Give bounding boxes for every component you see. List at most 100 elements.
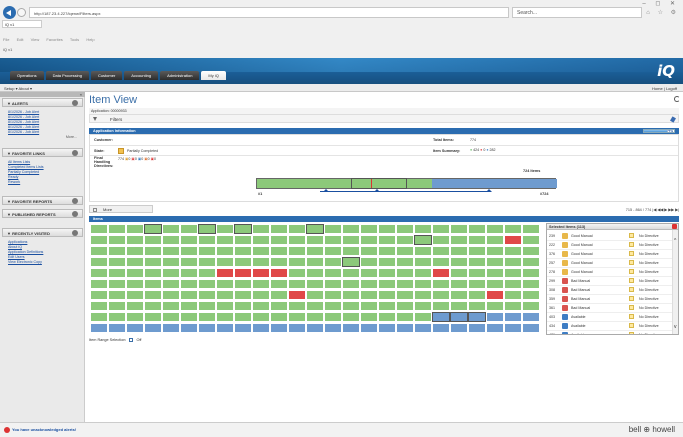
item-cell[interactable] xyxy=(91,258,107,266)
item-cell[interactable] xyxy=(469,258,485,266)
item-cell[interactable] xyxy=(433,269,449,277)
item-id[interactable]: 222 xyxy=(549,243,555,247)
item-cell[interactable] xyxy=(163,280,179,288)
item-cell[interactable] xyxy=(307,324,323,332)
item-cell[interactable] xyxy=(361,258,377,266)
item-cell[interactable] xyxy=(379,247,395,255)
item-cell[interactable] xyxy=(361,236,377,244)
item-cell[interactable] xyxy=(415,291,431,299)
range-slider-left-handle[interactable] xyxy=(323,189,329,192)
item-cell[interactable] xyxy=(505,258,521,266)
item-cell[interactable] xyxy=(379,324,395,332)
item-cell[interactable] xyxy=(253,269,269,277)
item-cell[interactable] xyxy=(289,324,305,332)
item-cell[interactable] xyxy=(253,258,269,266)
item-cell[interactable] xyxy=(361,291,377,299)
favorite-link[interactable]: iQ v1 xyxy=(3,47,12,52)
menu-favorites[interactable]: Favorites xyxy=(46,37,62,42)
item-cell[interactable] xyxy=(415,258,431,266)
item-cell[interactable] xyxy=(91,225,107,233)
item-cell[interactable] xyxy=(361,269,377,277)
item-cell[interactable] xyxy=(253,313,269,321)
range-selection-checkbox[interactable] xyxy=(129,338,134,342)
collapse-icon[interactable]: « xyxy=(80,92,82,97)
selected-item-row[interactable]: 476 Available No Directive xyxy=(547,330,673,334)
item-cell[interactable] xyxy=(163,258,179,266)
tab-customer[interactable]: Customer xyxy=(90,71,123,80)
item-cell[interactable] xyxy=(127,313,143,321)
item-cell[interactable] xyxy=(325,225,341,233)
recent-link[interactable]: View Electronic Copy xyxy=(8,260,77,265)
item-cell[interactable] xyxy=(451,280,467,288)
item-cell[interactable] xyxy=(379,313,395,321)
item-cell[interactable] xyxy=(469,225,485,233)
item-cell[interactable] xyxy=(289,280,305,288)
menu-view[interactable]: View xyxy=(31,37,40,42)
item-cell[interactable] xyxy=(342,257,360,267)
item-cell[interactable] xyxy=(217,225,233,233)
item-cell[interactable] xyxy=(361,247,377,255)
item-cell[interactable] xyxy=(415,225,431,233)
browser-search-input[interactable]: Search... xyxy=(512,7,642,18)
item-cell[interactable] xyxy=(91,324,107,332)
item-cell[interactable] xyxy=(361,280,377,288)
item-id[interactable]: 278 xyxy=(549,270,555,274)
item-cell[interactable] xyxy=(199,280,215,288)
item-cell[interactable] xyxy=(451,258,467,266)
item-cell[interactable] xyxy=(505,280,521,288)
item-cell[interactable] xyxy=(181,302,197,310)
item-cell[interactable] xyxy=(163,269,179,277)
item-cell[interactable] xyxy=(451,269,467,277)
item-cell[interactable] xyxy=(325,236,341,244)
item-cell[interactable] xyxy=(415,313,431,321)
menu-help[interactable]: Help xyxy=(86,37,94,42)
selected-items-scrollbar[interactable]: ^ v xyxy=(672,230,678,334)
item-cell[interactable] xyxy=(343,236,359,244)
item-cell[interactable] xyxy=(289,258,305,266)
item-cell[interactable] xyxy=(451,225,467,233)
item-cell[interactable] xyxy=(235,291,251,299)
item-cell[interactable] xyxy=(523,225,539,233)
item-cell[interactable] xyxy=(433,247,449,255)
unacknowledged-alerts-link[interactable]: You have unacknowledged alerts! xyxy=(4,427,76,433)
item-cell[interactable] xyxy=(379,302,395,310)
address-bar[interactable]: http://187.23.4.227/iqenw/Filters.aspx xyxy=(29,7,509,18)
item-cell[interactable] xyxy=(487,236,503,244)
item-cell[interactable] xyxy=(397,291,413,299)
item-cell[interactable] xyxy=(199,302,215,310)
item-cell[interactable] xyxy=(397,269,413,277)
window-controls[interactable]: – ◻ ✕ xyxy=(642,0,679,7)
item-id[interactable]: 308 xyxy=(549,288,555,292)
item-cell[interactable] xyxy=(432,312,450,322)
item-cell[interactable] xyxy=(325,324,341,332)
pin-icon[interactable] xyxy=(670,116,676,123)
item-cell[interactable] xyxy=(235,269,251,277)
item-cell[interactable] xyxy=(397,302,413,310)
item-cell[interactable] xyxy=(271,269,287,277)
published-reports-header[interactable]: ▼ PUBLISHED REPORTS xyxy=(2,209,83,218)
item-cell[interactable] xyxy=(127,225,143,233)
item-cell[interactable] xyxy=(307,269,323,277)
item-cell[interactable] xyxy=(433,225,449,233)
item-cell[interactable] xyxy=(343,280,359,288)
item-cell[interactable] xyxy=(451,324,467,332)
range-slider-right-handle[interactable] xyxy=(486,189,492,192)
item-cell[interactable] xyxy=(217,313,233,321)
item-cell[interactable] xyxy=(361,313,377,321)
item-cell[interactable] xyxy=(451,302,467,310)
item-cell[interactable] xyxy=(199,313,215,321)
item-cell[interactable] xyxy=(414,235,432,245)
scroll-up-icon[interactable]: ^ xyxy=(674,238,676,244)
item-cell[interactable] xyxy=(325,247,341,255)
gear-icon[interactable] xyxy=(72,198,78,204)
gear-icon[interactable] xyxy=(72,230,78,236)
item-cell[interactable] xyxy=(343,313,359,321)
item-cell[interactable] xyxy=(181,313,197,321)
item-cell[interactable] xyxy=(451,236,467,244)
item-cell[interactable] xyxy=(325,280,341,288)
item-cell[interactable] xyxy=(307,236,323,244)
item-cell[interactable] xyxy=(433,291,449,299)
tab-data-processing[interactable]: Data Processing xyxy=(45,71,89,80)
item-cell[interactable] xyxy=(271,280,287,288)
more-toggle[interactable]: More xyxy=(89,205,153,213)
